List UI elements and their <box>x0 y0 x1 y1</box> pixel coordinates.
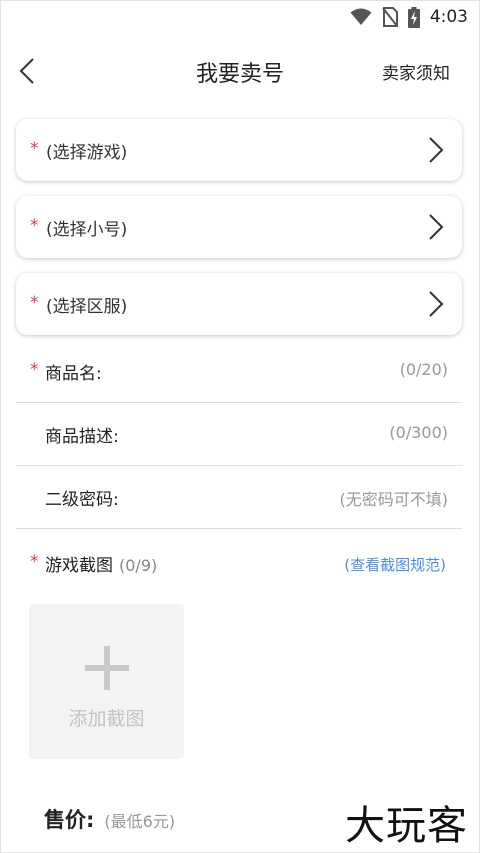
screenshots-title: 游戏截图 <box>45 556 113 576</box>
header: 我要卖号 卖家须知 <box>0 44 480 98</box>
no-sim-icon <box>382 7 398 27</box>
secondary-password-label: 二级密码: <box>45 490 119 510</box>
seller-notice-link[interactable]: 卖家须知 <box>382 59 450 84</box>
product-name-counter: (0/20) <box>399 360 448 379</box>
select-game-card[interactable]: * (选择游戏) <box>16 119 462 181</box>
status-bar: 4:03 <box>0 0 480 34</box>
wifi-icon <box>350 8 372 25</box>
price-field[interactable]: 售价: (最低6元) <box>44 804 175 836</box>
select-server-card[interactable]: * (选择区服) <box>16 273 462 335</box>
add-screenshot-label: 添加截图 <box>68 708 145 730</box>
select-server-label: (选择区服) <box>46 297 128 317</box>
status-time: 4:03 <box>429 7 468 27</box>
product-desc-counter: (0/300) <box>389 423 448 442</box>
watermark-logo: 大玩客 <box>345 803 468 849</box>
chevron-right-icon <box>429 291 444 317</box>
required-mark: * <box>30 360 39 380</box>
required-mark: * <box>30 216 39 236</box>
product-desc-label: 商品描述: <box>45 427 119 447</box>
select-game-label: (选择游戏) <box>46 143 128 163</box>
required-mark: * <box>30 293 39 313</box>
add-screenshot-button[interactable]: 添加截图 <box>29 604 184 759</box>
price-label: 售价: <box>44 808 95 832</box>
required-mark: * <box>30 552 39 572</box>
chevron-right-icon <box>429 214 444 240</box>
secondary-password-field[interactable]: 二级密码: (无密码可不填) <box>16 466 462 529</box>
plus-icon <box>85 646 129 690</box>
select-subaccount-card[interactable]: * (选择小号) <box>16 196 462 258</box>
status-icons: 4:03 <box>350 6 468 28</box>
screenshots-count: (0/9) <box>119 556 158 575</box>
secondary-password-placeholder: (无密码可不填) <box>339 490 449 509</box>
screenshots-label: 游戏截图 (0/9) <box>45 551 157 576</box>
price-hint: (最低6元) <box>104 812 176 831</box>
product-desc-field[interactable]: 商品描述: (0/300) <box>16 403 462 466</box>
product-name-field[interactable]: * 商品名: (0/20) <box>16 340 462 403</box>
screenshots-header: * 游戏截图 (0/9) (查看截图规范) <box>16 538 462 588</box>
chevron-right-icon <box>429 137 444 163</box>
screenshot-rules-link[interactable]: (查看截图规范) <box>344 554 446 575</box>
product-name-label: 商品名: <box>45 364 102 384</box>
required-mark: * <box>30 139 39 159</box>
battery-charging-icon <box>407 6 420 28</box>
select-subaccount-label: (选择小号) <box>46 220 128 240</box>
